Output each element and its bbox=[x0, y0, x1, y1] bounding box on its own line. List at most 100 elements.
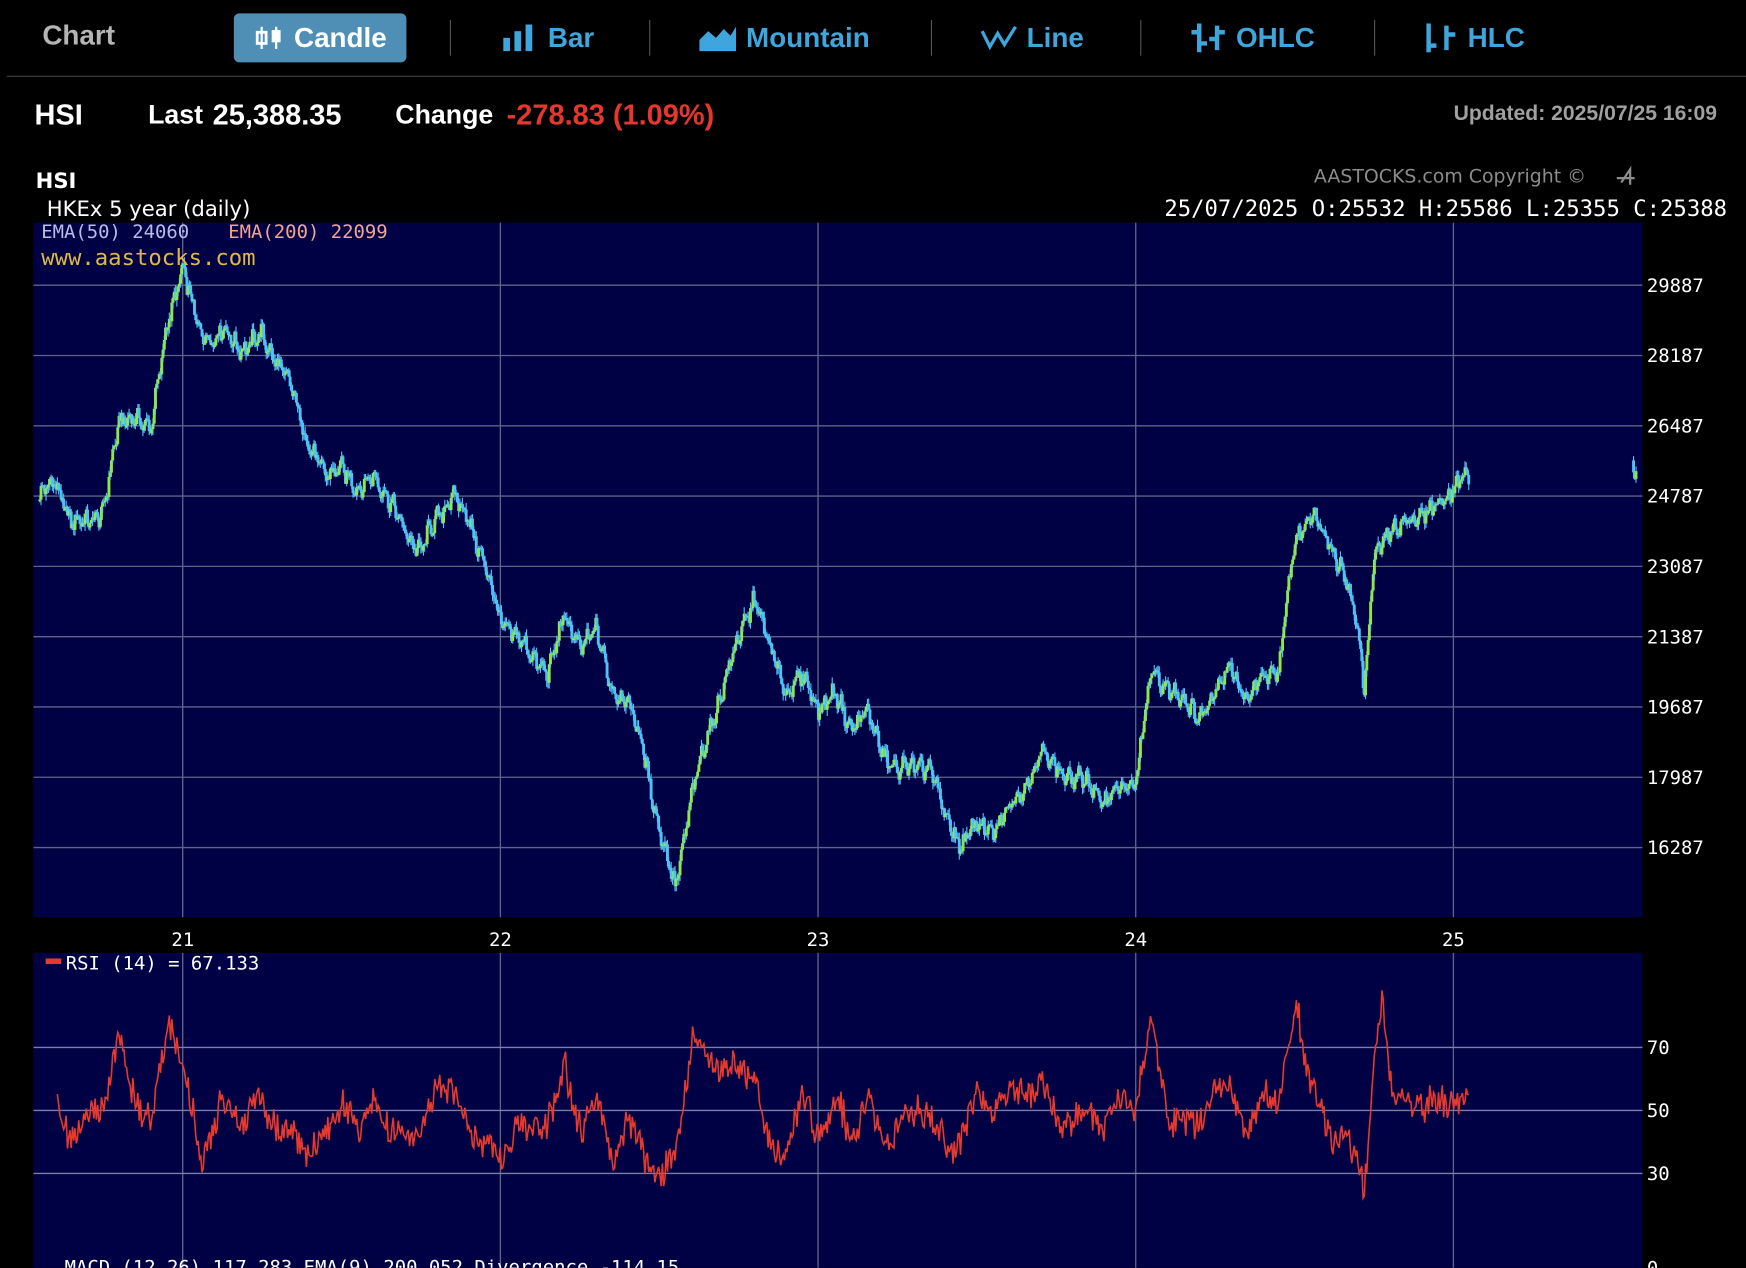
tab-line[interactable]: Line bbox=[973, 13, 1090, 62]
candle-body bbox=[350, 473, 354, 487]
y-tick-label: 24787 bbox=[1647, 486, 1704, 508]
candle-body bbox=[649, 778, 653, 800]
candle-body bbox=[369, 477, 373, 485]
candle-body bbox=[419, 541, 423, 548]
tab-ohlc[interactable]: OHLC bbox=[1183, 13, 1322, 62]
candle-body bbox=[633, 714, 637, 727]
rsi-tick-label: 30 bbox=[1647, 1163, 1670, 1185]
chart-label: Chart bbox=[42, 20, 116, 52]
y-tick-label: 21387 bbox=[1647, 626, 1704, 648]
tab-bar-label: Bar bbox=[547, 21, 595, 53]
candle-body bbox=[752, 590, 756, 601]
candle-body bbox=[362, 478, 366, 492]
last-value: 25,388.35 bbox=[212, 97, 342, 132]
price-chart[interactable]: HSI HKEx 5 year (daily) AASTOCKS.com Cop… bbox=[0, 156, 1746, 1268]
candle-body bbox=[596, 625, 600, 645]
y-tick-label: 28187 bbox=[1647, 345, 1704, 367]
candle-body bbox=[1366, 640, 1370, 656]
candle-body bbox=[525, 635, 529, 650]
candle-body bbox=[1184, 693, 1188, 705]
candle-body bbox=[1380, 547, 1384, 555]
copyright-text: AASTOCKS.com Copyright © bbox=[1314, 166, 1586, 188]
candle-body bbox=[107, 477, 111, 497]
candle-body bbox=[689, 787, 693, 803]
candle-body bbox=[605, 662, 609, 678]
candle-body bbox=[716, 695, 720, 713]
candle-body bbox=[1073, 781, 1077, 790]
candle-body bbox=[549, 653, 552, 665]
candle-body bbox=[1037, 759, 1040, 767]
x-tick-label: 21 bbox=[171, 929, 194, 951]
tab-ohlc-label: OHLC bbox=[1235, 21, 1315, 53]
candle-body bbox=[1305, 520, 1308, 524]
chart-type-toolbar: Chart Candle Bar Mountain Line OHLC HLC bbox=[6, 0, 1746, 77]
y-tick-label: 16287 bbox=[1647, 837, 1704, 859]
mountain-chart-icon bbox=[699, 24, 737, 52]
candle-body bbox=[1014, 796, 1018, 804]
candle-body bbox=[1030, 772, 1034, 784]
candle-body bbox=[791, 685, 795, 697]
candle-body bbox=[1291, 559, 1295, 565]
candle-body bbox=[779, 664, 783, 679]
x-tick-label: 25 bbox=[1442, 929, 1465, 951]
tab-line-label: Line bbox=[1026, 21, 1084, 53]
ema200-legend: EMA(200) 22099 bbox=[228, 221, 387, 243]
candle-body bbox=[1453, 486, 1457, 494]
candle-body bbox=[1361, 661, 1365, 688]
candle-body bbox=[1141, 732, 1145, 739]
candle-body bbox=[1467, 474, 1471, 485]
candle-body bbox=[1432, 511, 1435, 516]
candle-body bbox=[855, 714, 859, 729]
candle-body bbox=[294, 392, 298, 403]
candle-body bbox=[703, 752, 707, 758]
rsi-tick-label: 50 bbox=[1647, 1100, 1670, 1122]
candle-body bbox=[1029, 783, 1033, 786]
candle-body bbox=[88, 523, 92, 528]
candle-body bbox=[1634, 471, 1638, 479]
tab-mountain[interactable]: Mountain bbox=[693, 13, 877, 62]
candle-body bbox=[640, 738, 644, 744]
candle-body bbox=[613, 686, 617, 694]
candle-body bbox=[647, 760, 651, 779]
watermark: www.aastocks.com bbox=[41, 245, 255, 271]
candle-body bbox=[1142, 721, 1146, 733]
toolbar-divider bbox=[930, 20, 932, 56]
chart-symbol: HSI bbox=[36, 168, 77, 193]
candle-body bbox=[687, 810, 691, 827]
ema50-legend: EMA(50) 24060 bbox=[41, 221, 189, 243]
ohlc-icon bbox=[1189, 23, 1227, 53]
tab-hlc-label: HLC bbox=[1467, 21, 1525, 53]
ohlc-readout: 25/07/2025 O:25532 H:25586 L:25355 C:253… bbox=[1164, 196, 1727, 222]
chart-subtitle: HKEx 5 year (daily) bbox=[47, 196, 251, 221]
candle-body bbox=[1632, 460, 1635, 473]
tab-mountain-label: Mountain bbox=[746, 21, 870, 53]
candle-body bbox=[625, 697, 629, 703]
candle-body bbox=[1357, 628, 1361, 641]
tab-hlc[interactable]: HLC bbox=[1414, 13, 1531, 62]
y-tick-label: 19687 bbox=[1647, 697, 1704, 719]
candle-body bbox=[474, 536, 478, 554]
price-panel bbox=[33, 222, 1643, 918]
candle-body bbox=[825, 704, 829, 710]
tab-candle[interactable]: Candle bbox=[233, 13, 407, 63]
x-tick-label: 24 bbox=[1124, 929, 1147, 951]
price-axis: 16287 17987 19687 21387 23087 24787 26487 28187… bbox=[1647, 275, 1704, 859]
toolbar-divider bbox=[649, 20, 651, 56]
tab-candle-label: Candle bbox=[293, 21, 387, 53]
candle-body bbox=[1167, 683, 1171, 700]
candle-body bbox=[1278, 651, 1282, 673]
rsi-axis: 0 30 50 70 bbox=[1647, 1037, 1670, 1268]
candle-body bbox=[259, 323, 263, 338]
hlc-icon bbox=[1421, 23, 1459, 53]
last-label: Last bbox=[148, 100, 204, 131]
candle-body bbox=[1427, 510, 1430, 514]
tab-bar[interactable]: Bar bbox=[494, 13, 601, 62]
candle-body bbox=[950, 831, 954, 836]
change-label: Change bbox=[395, 100, 494, 131]
copyright-logo-icon bbox=[1616, 165, 1635, 185]
candle-body bbox=[116, 427, 120, 445]
candle-body bbox=[1413, 515, 1417, 521]
y-tick-label: 29887 bbox=[1647, 275, 1704, 297]
candle-body bbox=[96, 512, 100, 518]
candle-body bbox=[896, 766, 900, 773]
